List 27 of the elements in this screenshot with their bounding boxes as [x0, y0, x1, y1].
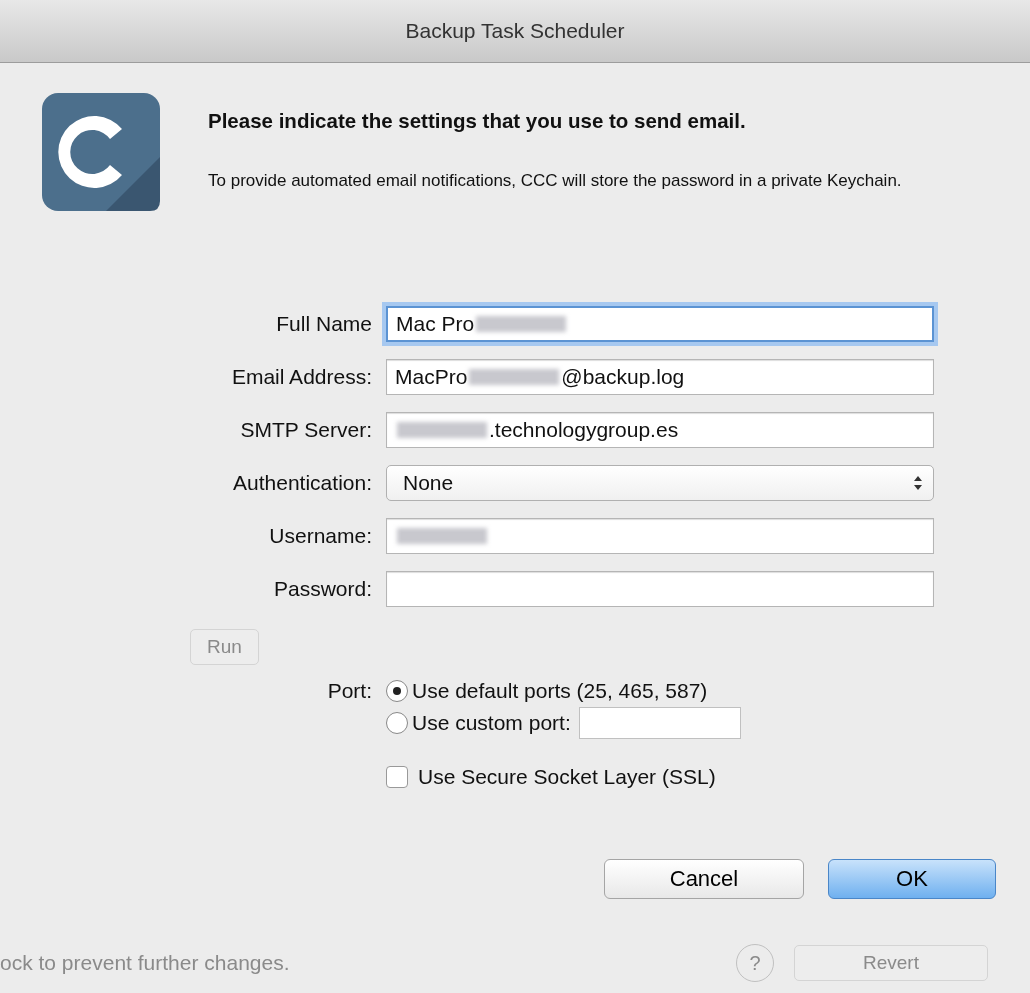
- input-field[interactable]: .technologygroup.es: [386, 412, 934, 448]
- input-field[interactable]: [386, 518, 934, 554]
- field-label: Full Name: [276, 312, 372, 336]
- dialog-heading: Please indicate the settings that you use to send email.: [208, 109, 747, 133]
- input-field[interactable]: [386, 571, 934, 607]
- input-field[interactable]: MacPro @backup.log: [386, 359, 934, 395]
- radio-button[interactable]: [386, 712, 408, 734]
- radio-button[interactable]: [386, 680, 408, 702]
- port-input-field[interactable]: [578, 707, 741, 739]
- field-label: Authentication:: [233, 471, 372, 495]
- authentication-dropdown[interactable]: None: [386, 465, 934, 501]
- field-label: Email Address:: [231, 365, 372, 389]
- port-label: Port:: [327, 679, 372, 703]
- checkbox-label: Use Secure Socket Layer (SSL): [418, 765, 716, 789]
- field-label: SMTP Server:: [240, 418, 372, 442]
- radio-label: Use default ports (25, 465, 587): [412, 679, 708, 703]
- checkbox[interactable]: [386, 766, 408, 788]
- cancel-button[interactable]: Cancel: [604, 859, 804, 899]
- field-label: Password:: [273, 577, 372, 601]
- lock-hint-text: ock to prevent further changes.: [0, 951, 291, 975]
- up-down-arrows-icon: [913, 475, 923, 491]
- field-label: Username:: [269, 524, 372, 548]
- app-logo-icon: [40, 91, 162, 213]
- radio-label: Use custom port:: [412, 711, 571, 735]
- dialog-description: To provide automated email notifications, CCC will store the password in a private Keychain.: [208, 170, 903, 192]
- ok-button[interactable]: OK: [828, 859, 996, 899]
- window-title: Backup Task Scheduler: [405, 19, 625, 43]
